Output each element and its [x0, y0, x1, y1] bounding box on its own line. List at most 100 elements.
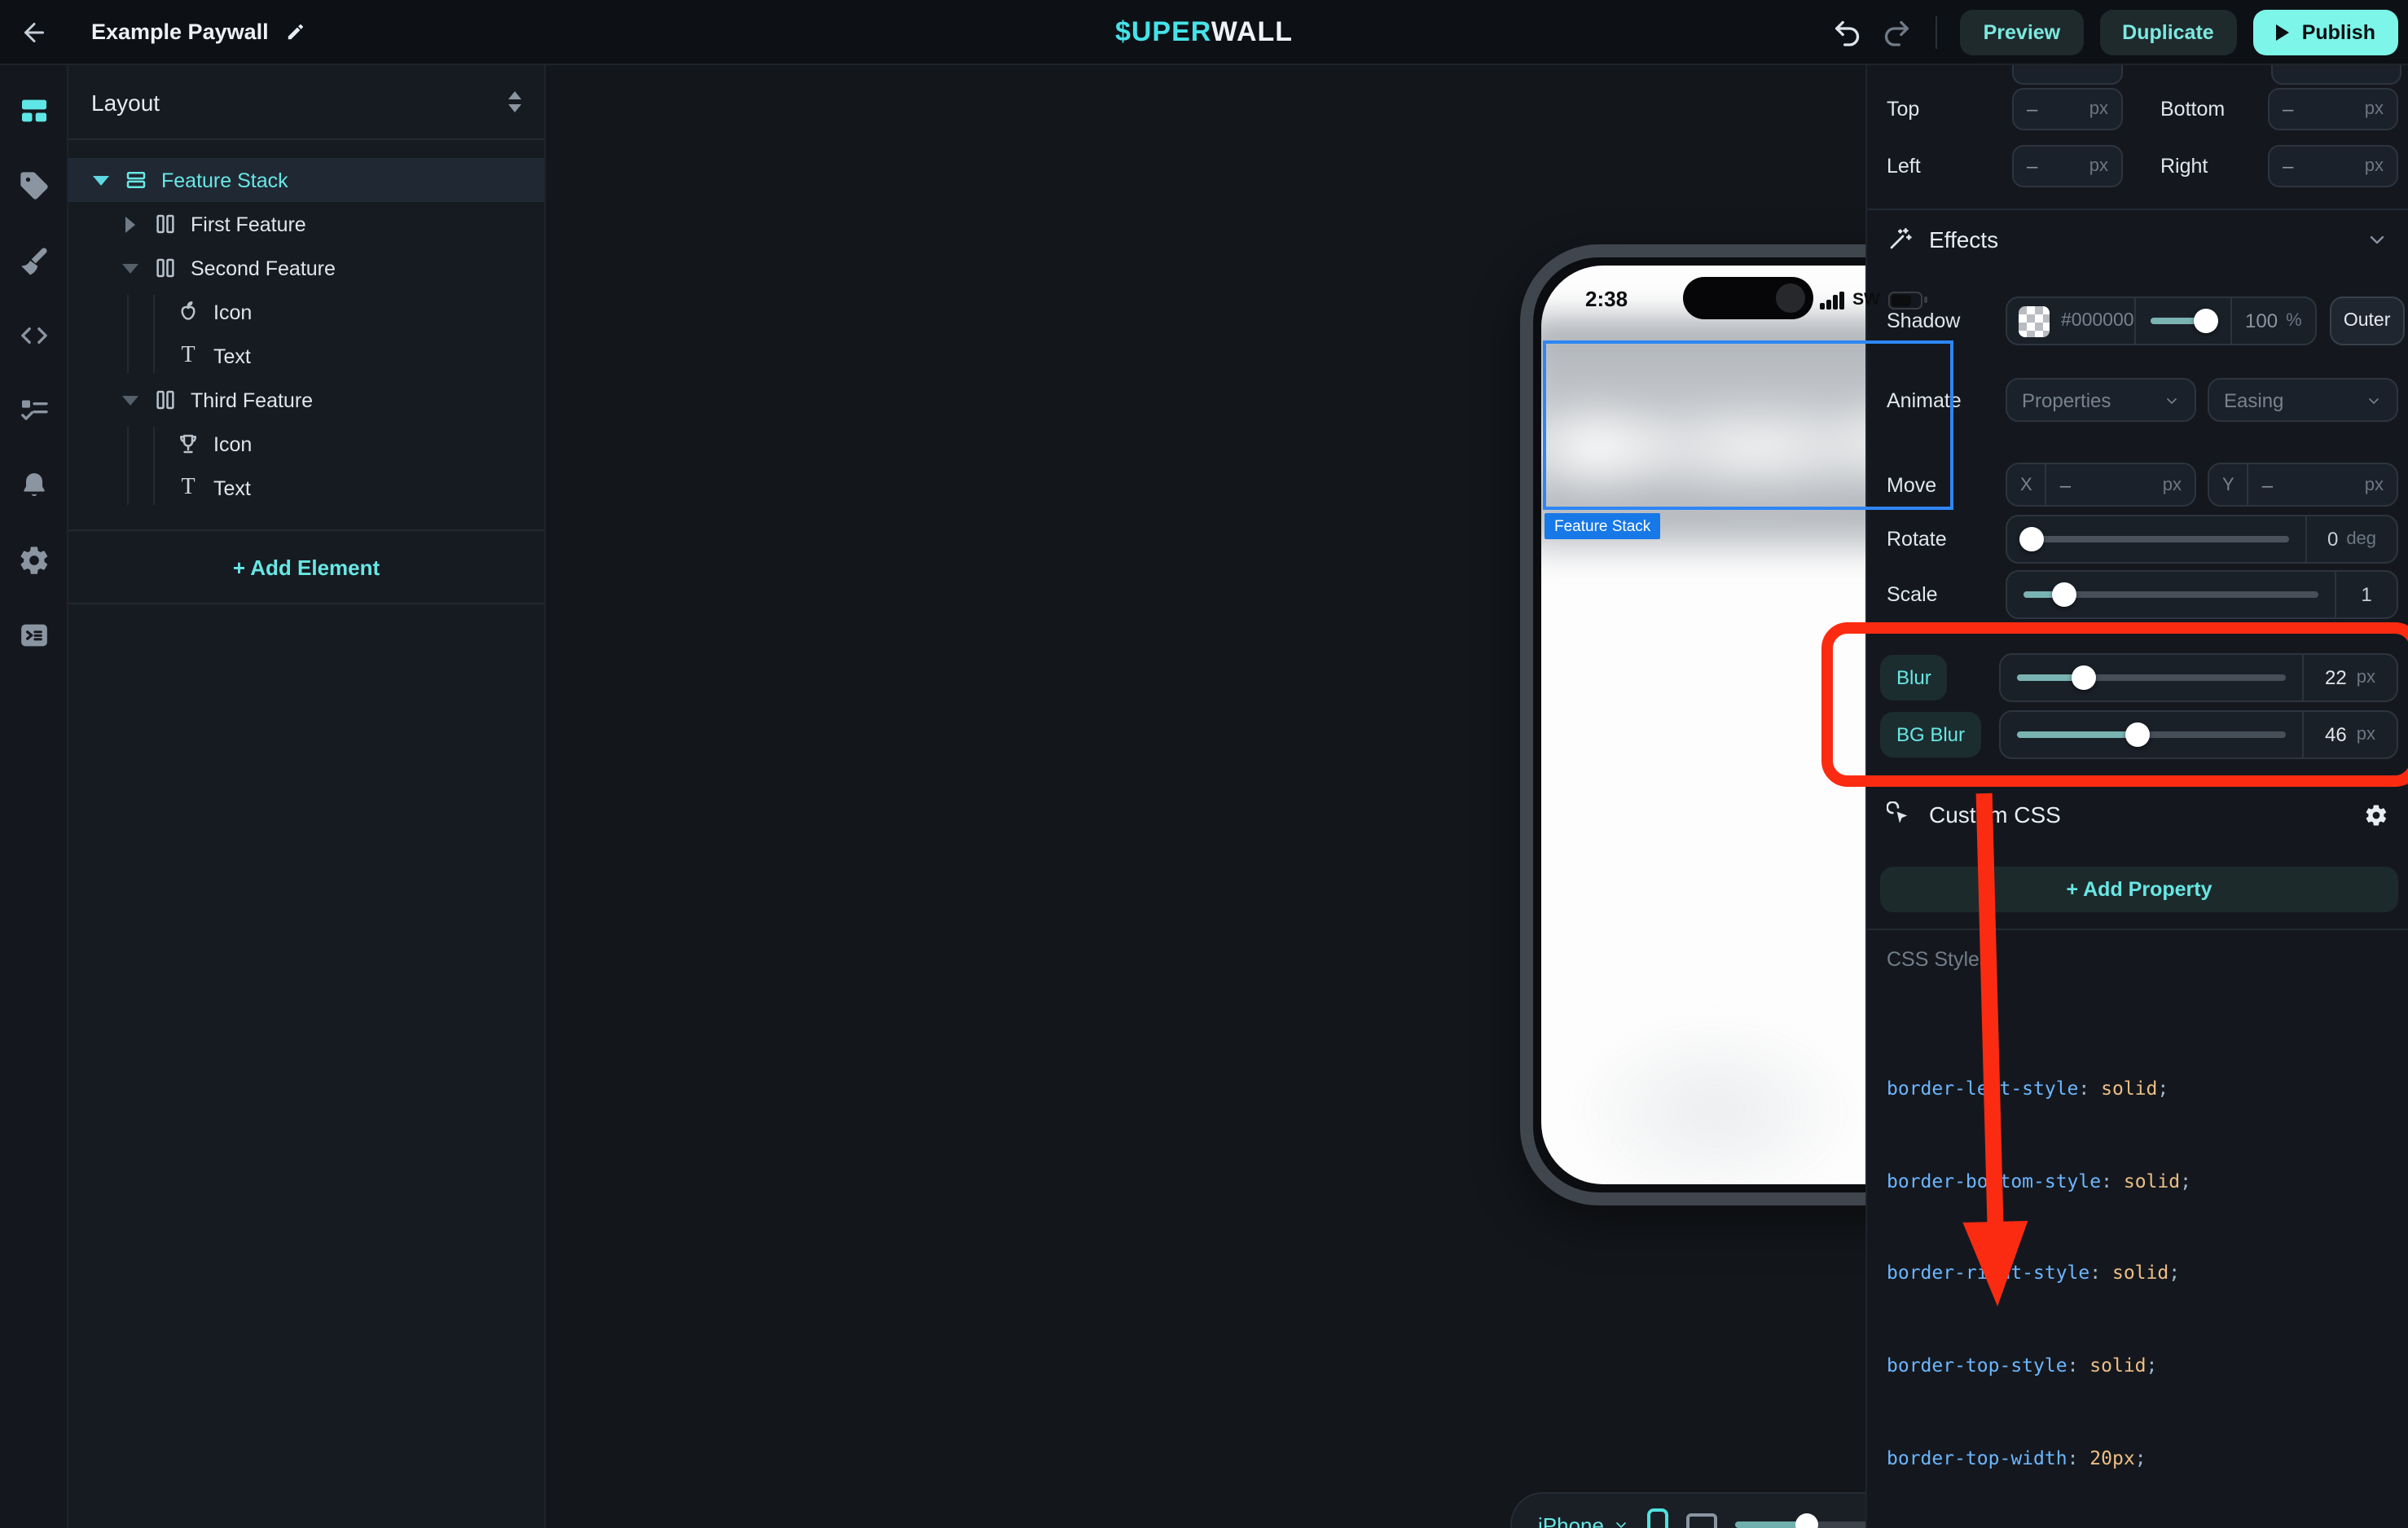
- panel-title: Layout: [91, 89, 160, 115]
- shadow-color-picker[interactable]: #000000: [2007, 298, 2134, 344]
- document-title: Example Paywall: [91, 20, 269, 44]
- rotate-value[interactable]: 0 deg: [2305, 516, 2397, 562]
- portrait-orientation-button[interactable]: [1648, 1508, 1669, 1528]
- layout-icon: [17, 94, 50, 127]
- top-input[interactable]: –px: [2012, 88, 2123, 130]
- device-select-label: iPhone: [1538, 1513, 1604, 1528]
- chevron-down-icon[interactable]: [2366, 228, 2388, 251]
- tree-item-second-feature[interactable]: Second Feature: [68, 246, 544, 290]
- add-property-button[interactable]: + Add Property: [1880, 867, 2398, 912]
- caret-down-icon[interactable]: [91, 175, 111, 185]
- sort-toggle[interactable]: [508, 91, 521, 112]
- css-rule: border-top-width: 20px;: [1887, 1442, 2408, 1473]
- rail-item-styles[interactable]: [9, 236, 58, 285]
- magic-wand-icon: [1887, 226, 1913, 252]
- rail-item-console[interactable]: [9, 611, 58, 660]
- tree-item-label: Third Feature: [191, 389, 313, 411]
- tree-item-text[interactable]: T Text: [68, 466, 544, 510]
- signal-icon: [1820, 291, 1844, 309]
- rail-item-code[interactable]: [9, 311, 58, 360]
- tree-item-third-feature[interactable]: Third Feature: [68, 378, 544, 422]
- scale-value[interactable]: 1: [2335, 572, 2397, 617]
- input-partial[interactable]: [2271, 65, 2401, 85]
- top-actions: Preview Duplicate Publish: [1832, 9, 2408, 55]
- duplicate-button[interactable]: Duplicate: [2099, 9, 2237, 55]
- rail-item-layout[interactable]: [9, 86, 58, 135]
- landscape-orientation-button[interactable]: [1687, 1513, 1718, 1528]
- rail-item-tags[interactable]: [9, 161, 58, 210]
- move-row: Move X – px Y – px: [1887, 463, 2398, 507]
- rail-item-tasks[interactable]: [9, 386, 58, 435]
- undo-button[interactable]: [1832, 15, 1865, 48]
- effects-section-header[interactable]: Effects: [1887, 226, 2388, 252]
- back-button[interactable]: [0, 0, 68, 64]
- input-partial[interactable]: [2012, 65, 2123, 85]
- css-rule: border-right-style: solid;: [1887, 1258, 2408, 1289]
- bg-blur-value[interactable]: 46 px: [2302, 712, 2397, 757]
- text-icon: T: [176, 475, 200, 501]
- animate-properties-select[interactable]: Properties: [2006, 378, 2196, 422]
- gear-icon[interactable]: [2364, 802, 2388, 827]
- blur-value[interactable]: 22 px: [2302, 655, 2397, 700]
- canvas[interactable]: 2:38 SW Feature Stack iPhone: [546, 65, 1865, 1528]
- bg-blur-toggle[interactable]: BG Blur: [1880, 712, 1981, 757]
- scale-slider[interactable]: [2007, 572, 2335, 617]
- tree-children-group: Icon T Text: [68, 422, 544, 510]
- move-y-input[interactable]: Y – px: [2208, 463, 2398, 507]
- left-label: Left: [1887, 155, 2012, 178]
- bottom-input[interactable]: –px: [2268, 88, 2398, 130]
- shadow-row: Shadow #000000 100 %: [1887, 296, 2398, 345]
- preview-button[interactable]: Preview: [1961, 9, 2084, 55]
- animate-easing-select[interactable]: Easing: [2208, 378, 2398, 422]
- divider: [1867, 784, 2408, 785]
- tree-item-feature-stack[interactable]: Feature Stack: [68, 158, 544, 202]
- blur-row: Blur 22 px: [1880, 653, 2398, 702]
- shadow-opacity-slider[interactable]: [2136, 298, 2230, 344]
- shadow-mode-button[interactable]: Outer: [2330, 296, 2405, 345]
- tree-item-icon[interactable]: Icon: [68, 290, 544, 334]
- layout-panel: Layout Feature Stack First Feature Secon…: [68, 65, 546, 1528]
- selection-outline[interactable]: [1543, 340, 1953, 510]
- edit-title-button[interactable]: [285, 21, 306, 42]
- shadow-control-group: #000000 100 %: [2006, 296, 2317, 345]
- tree-item-label: Icon: [213, 432, 252, 455]
- caret-right-icon[interactable]: [121, 216, 140, 232]
- logo-rest: WALL: [1211, 15, 1293, 46]
- blur-toggle[interactable]: Blur: [1880, 655, 1948, 700]
- add-element-button[interactable]: + Add Element: [68, 529, 544, 604]
- tree-item-text[interactable]: T Text: [68, 334, 544, 378]
- tree-item-first-feature[interactable]: First Feature: [68, 202, 544, 246]
- redo-button[interactable]: [1881, 15, 1914, 48]
- caret-down-icon[interactable]: [121, 395, 140, 405]
- animate-row: Animate Properties Easing: [1887, 378, 2398, 422]
- tree-item-label: Icon: [213, 301, 252, 323]
- rail-item-settings[interactable]: [9, 536, 58, 585]
- apple-icon: [176, 300, 200, 324]
- right-input[interactable]: –px: [2268, 145, 2398, 187]
- tree-item-icon[interactable]: Icon: [68, 422, 544, 466]
- caret-down-icon[interactable]: [121, 263, 140, 273]
- css-code-block[interactable]: border-left-style: solid; border-bottom-…: [1887, 1012, 2408, 1528]
- list-checks-icon: [17, 394, 50, 427]
- logo-accent: $UPER: [1115, 15, 1211, 46]
- move-x-input[interactable]: X – px: [2006, 463, 2196, 507]
- cursor-click-icon: [1887, 801, 1913, 828]
- device-select[interactable]: iPhone: [1538, 1513, 1630, 1528]
- rows-icon: [124, 168, 148, 192]
- rail-item-notifications[interactable]: [9, 461, 58, 510]
- bg-blur-slider[interactable]: [2001, 712, 2302, 757]
- scale-row: Scale 1: [1887, 570, 2398, 619]
- color-swatch[interactable]: [2019, 305, 2050, 336]
- scale-label: Scale: [1887, 583, 2006, 606]
- shadow-opacity-value[interactable]: 100 %: [2232, 298, 2315, 344]
- columns-icon: [153, 388, 178, 412]
- left-input[interactable]: –px: [2012, 145, 2123, 187]
- rotate-slider[interactable]: [2007, 516, 2305, 562]
- blur-slider[interactable]: [2001, 655, 2302, 700]
- columns-icon: [153, 256, 178, 280]
- publish-button[interactable]: Publish: [2253, 9, 2398, 55]
- divider: [1867, 209, 2408, 210]
- custom-css-section-header[interactable]: Custom CSS: [1887, 801, 2388, 828]
- status-time: 2:38: [1585, 287, 1628, 311]
- chevron-down-icon: [2366, 392, 2382, 408]
